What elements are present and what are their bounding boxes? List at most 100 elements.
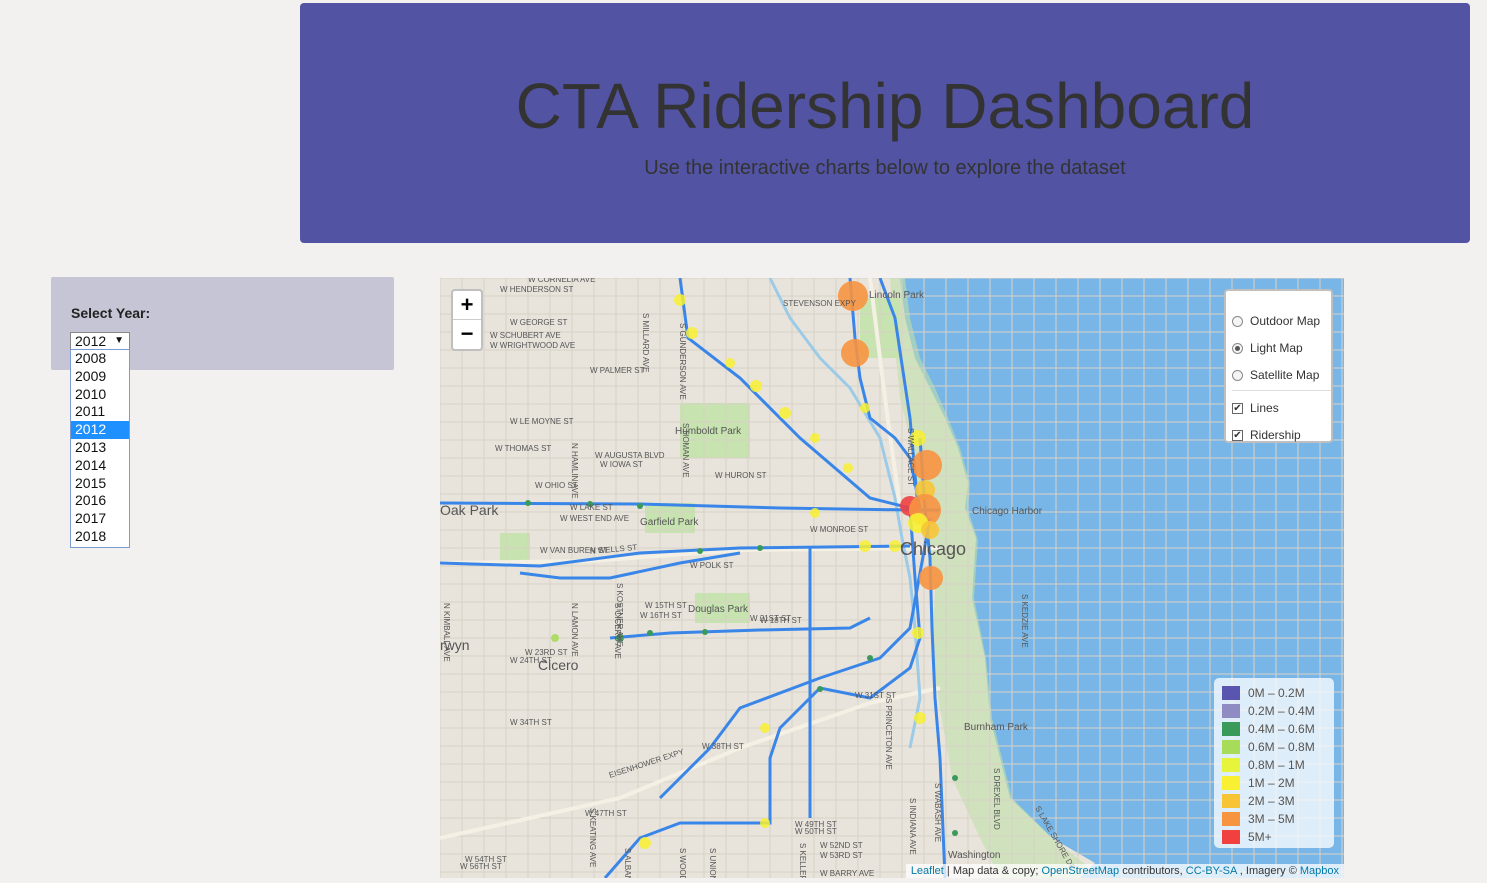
legend-swatch (1222, 794, 1240, 808)
year-select[interactable]: 2012 ▼ (70, 332, 130, 350)
legend-label: 1M – 2M (1248, 776, 1295, 790)
zoom-out-button[interactable]: − (453, 320, 481, 349)
legend-item: 3M – 5M (1222, 810, 1326, 828)
street-label: S GUNDERSON AVE (678, 323, 687, 400)
year-option[interactable]: 2017 (71, 510, 129, 528)
street-label: S INDIANA AVE (908, 798, 917, 855)
map-tiles: Oak Park Cicero rwyn Chicago Lincoln Par… (440, 278, 1344, 878)
place-lincoln-park: Lincoln Park (869, 290, 925, 301)
place-burnham-park: Burnham Park (964, 722, 1029, 733)
overlay-ridership[interactable]: ✔ Ridership (1232, 427, 1301, 443)
street-label: W HENDERSON ST (500, 285, 573, 294)
street-label: W GEORGE ST (510, 318, 567, 327)
license-link[interactable]: CC-BY-SA (1186, 865, 1237, 877)
osm-link[interactable]: OpenStreetMap (1041, 865, 1119, 877)
year-option[interactable]: 2013 (71, 439, 129, 457)
year-option[interactable]: 2014 (71, 457, 129, 475)
map-attribution: Leaflet | Map data & copy; OpenStreetMap… (905, 864, 1344, 878)
street-label: S CICERO AVE (613, 603, 622, 659)
legend-item: 0M – 0.2M (1222, 684, 1326, 702)
overlay-lines[interactable]: ✔ Lines (1232, 400, 1279, 416)
place-garfield-park: Garfield Park (640, 517, 699, 528)
year-option[interactable]: 2011 (71, 403, 129, 421)
radio-selected-icon[interactable] (1232, 342, 1243, 354)
street-label: W 34TH ST (510, 718, 552, 727)
legend-item: 1M – 2M (1222, 774, 1326, 792)
street-label: W 21ST ST (750, 614, 791, 623)
legend-item: 5M+ (1222, 828, 1326, 846)
ridership-map[interactable]: Oak Park Cicero rwyn Chicago Lincoln Par… (440, 278, 1344, 878)
year-option[interactable]: 2012 (71, 421, 129, 439)
leaflet-link[interactable]: Leaflet (911, 865, 944, 877)
year-option[interactable]: 2010 (71, 386, 129, 404)
legend-label: 0.4M – 0.6M (1248, 722, 1315, 736)
street-label: N LAMON AVE (570, 603, 579, 657)
street-label: W MONROE ST (810, 525, 868, 534)
place-chicago-harbor: Chicago Harbor (972, 506, 1043, 517)
street-label: S KEDZIE AVE (1020, 594, 1029, 648)
street-label: W 50TH ST (795, 827, 837, 836)
street-label: STEVENSON EXPY (783, 299, 857, 308)
layer-control: Outdoor Map Light Map Satellite Map ✔ Li… (1224, 289, 1333, 443)
layer-satellite-map[interactable]: Satellite Map (1232, 367, 1319, 383)
layer-outdoor-map[interactable]: Outdoor Map (1232, 313, 1320, 329)
zoom-in-button[interactable]: + (453, 291, 481, 320)
street-label: S UNION AVE (708, 848, 717, 878)
legend-label: 5M+ (1248, 830, 1272, 844)
year-option[interactable]: 2009 (71, 368, 129, 386)
street-label: N KIMBALL AVE (442, 603, 451, 662)
legend-label: 0M – 0.2M (1248, 686, 1305, 700)
legend-swatch (1222, 740, 1240, 754)
street-label: S WALLACE ST (906, 428, 915, 486)
place-washington: Washington (948, 850, 1000, 861)
mapbox-link[interactable]: Mapbox (1300, 865, 1339, 877)
year-option[interactable]: 2018 (71, 528, 129, 546)
legend-label: 2M – 3M (1248, 794, 1295, 808)
zoom-control: + − (451, 289, 483, 351)
radio-icon[interactable] (1232, 315, 1243, 327)
street-label: S KEATING AVE (588, 808, 597, 867)
street-label: N HAMLIN AVE (570, 443, 579, 498)
street-label: W SCHUBERT AVE (490, 331, 561, 340)
year-label: Select Year: (71, 305, 151, 321)
street-label: S MILLARD AVE (641, 313, 650, 372)
year-options-list: 2008 2009 2010 2011 2012 2013 2014 2015 2016 2017… (70, 349, 130, 548)
chevron-down-icon: ▼ (114, 335, 124, 346)
street-label: W 52ND ST (820, 841, 863, 850)
checkbox-checked-icon[interactable]: ✔ (1232, 429, 1243, 441)
layer-light-map[interactable]: Light Map (1232, 340, 1303, 356)
place-douglas-park: Douglas Park (688, 604, 749, 615)
street-label: W 15TH ST (645, 601, 687, 610)
checkbox-checked-icon[interactable]: ✔ (1232, 402, 1243, 414)
street-label: S PRINCETON AVE (884, 698, 893, 770)
year-option[interactable]: 2015 (71, 475, 129, 493)
street-label: W AUGUSTA BLVD (595, 451, 665, 460)
street-label: W BARRY AVE (820, 869, 874, 878)
year-select-value: 2012 (75, 333, 107, 349)
street-label: W 56TH ST (460, 862, 502, 871)
layer-divider (1232, 390, 1331, 391)
legend-swatch (1222, 722, 1240, 736)
legend-swatch (1222, 704, 1240, 718)
street-label: W LAKE ST (570, 503, 613, 512)
street-label: S WOOD ST (678, 848, 687, 878)
street-label: W WEST END AVE (560, 514, 629, 523)
street-label: S HOMAN AVE (681, 423, 690, 478)
place-chicago: Chicago (900, 539, 966, 559)
street-label: W LE MOYNE ST (510, 417, 574, 426)
legend-item: 0.6M – 0.8M (1222, 738, 1326, 756)
radio-icon[interactable] (1232, 369, 1243, 381)
street-label: W IOWA ST (600, 460, 643, 469)
ridership-legend: 0M – 0.2M 0.2M – 0.4M 0.4M – 0.6M 0.6M – 0.… (1214, 678, 1334, 848)
street-label: W 16TH ST (640, 611, 682, 620)
legend-swatch (1222, 686, 1240, 700)
header-banner: CTA Ridership Dashboard Use the interact… (300, 3, 1470, 243)
legend-swatch (1222, 830, 1240, 844)
street-label: W POLK ST (690, 561, 734, 570)
legend-item: 0.8M – 1M (1222, 756, 1326, 774)
year-option[interactable]: 2016 (71, 492, 129, 510)
street-label: S ALBANY AVE (623, 848, 632, 878)
year-option[interactable]: 2008 (71, 350, 129, 368)
legend-label: 0.2M – 0.4M (1248, 704, 1315, 718)
legend-item: 2M – 3M (1222, 792, 1326, 810)
